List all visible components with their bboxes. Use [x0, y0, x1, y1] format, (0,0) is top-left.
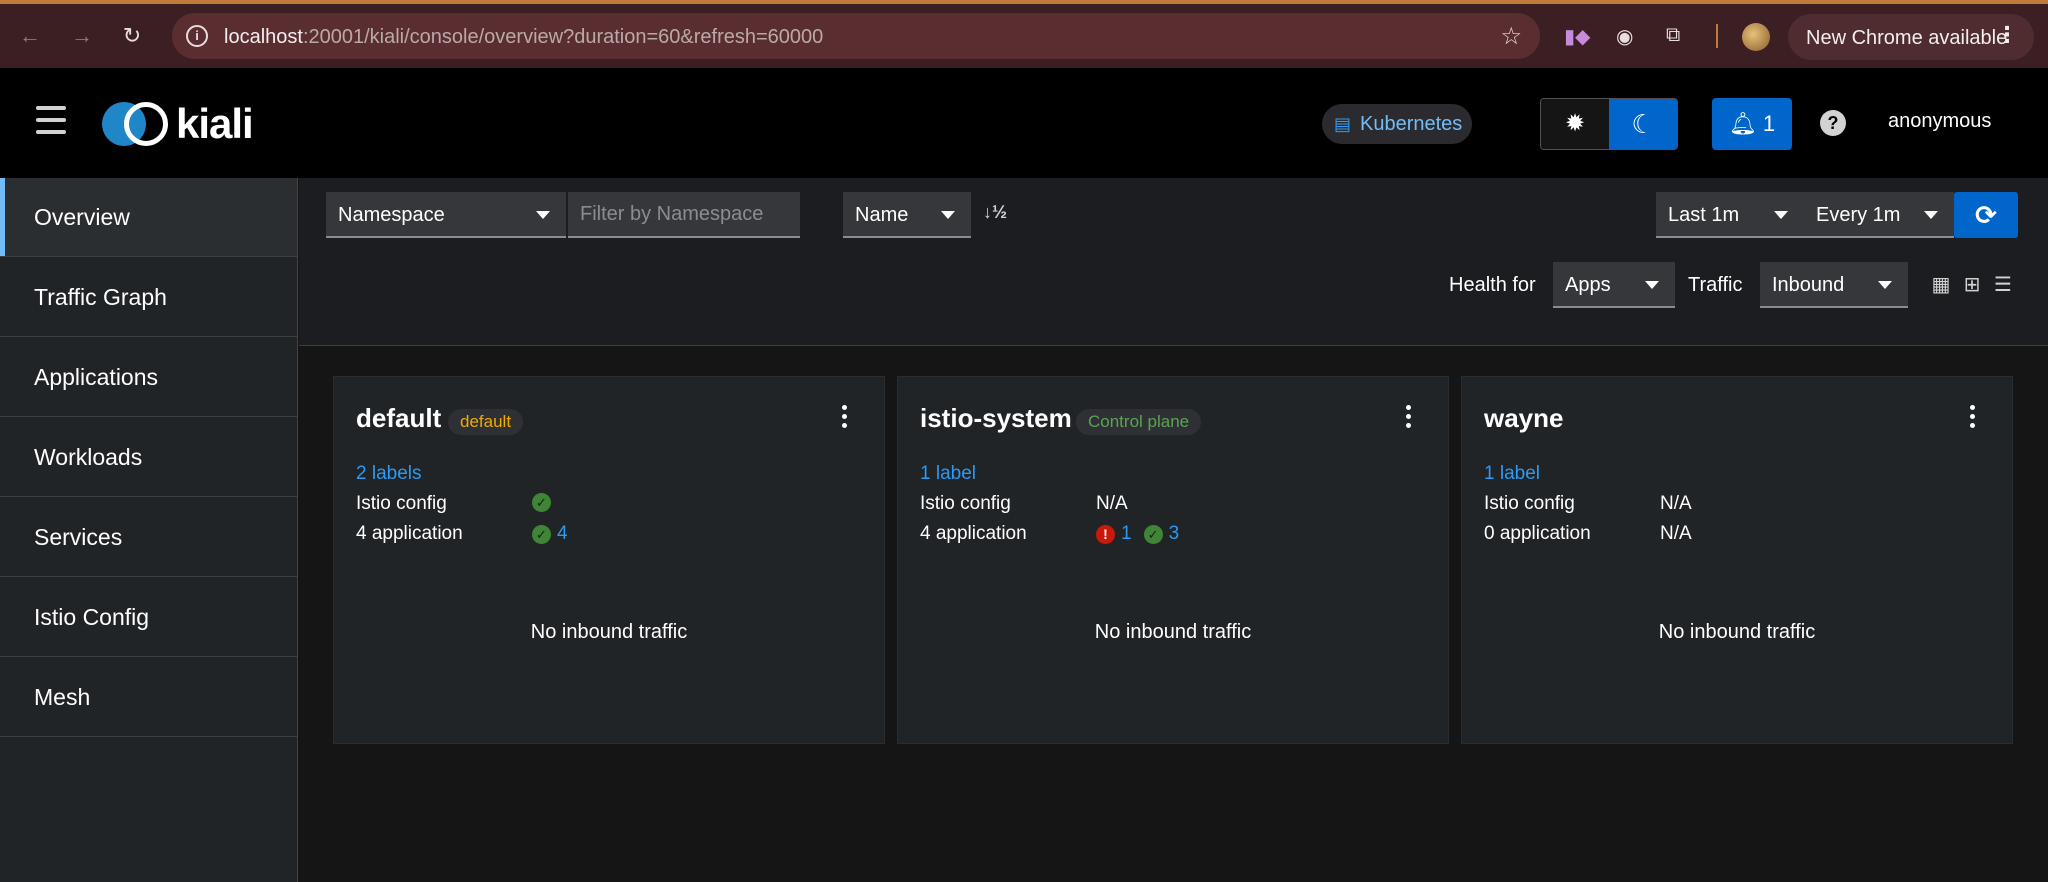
- list-view-icon[interactable]: ☰: [1992, 274, 2014, 296]
- chevron-down-icon: [1924, 211, 1938, 219]
- chevron-down-icon: [941, 211, 955, 219]
- chevron-down-icon: [1878, 281, 1892, 289]
- sidebar-item-workloads[interactable]: Workloads: [0, 418, 297, 497]
- toolbar-divider: [1716, 24, 1718, 48]
- namespace-title[interactable]: wayne: [1484, 403, 1564, 434]
- sidebar-nav: Overview Traffic Graph Applications Work…: [0, 178, 298, 882]
- kebab-menu-icon[interactable]: [1970, 405, 1976, 432]
- traffic-status: No inbound traffic: [1094, 621, 1252, 643]
- sun-icon[interactable]: ✹: [1541, 99, 1609, 149]
- url-text[interactable]: localhost:20001/kiali/console/overview?d…: [224, 26, 823, 49]
- help-icon[interactable]: ?: [1820, 110, 1846, 136]
- error-circle-icon: !: [1096, 524, 1115, 544]
- puzzle-extensions-icon[interactable]: ⧉: [1666, 24, 1680, 47]
- namespace-title[interactable]: istio-system: [920, 403, 1072, 434]
- sort-by-select[interactable]: Name: [843, 192, 971, 238]
- sidebar-item-services[interactable]: Services: [0, 498, 297, 577]
- health-for-label: Health for: [1449, 274, 1536, 296]
- check-circle-icon: ✓: [532, 524, 551, 544]
- namespace-card-default: default default 2 labels Istio config ✓ …: [333, 376, 885, 744]
- compact-view-icon[interactable]: ⊞: [1961, 274, 1983, 296]
- kebab-menu-icon[interactable]: [1406, 405, 1412, 432]
- traffic-status: No inbound traffic: [1658, 621, 1816, 643]
- main-content: Namespace Name ↓½ Last 1m Every 1m ⟳ Hea…: [299, 178, 2048, 882]
- namespace-badge: default: [448, 409, 524, 435]
- profile-avatar[interactable]: [1742, 23, 1770, 51]
- applications-label: 4 application: [920, 523, 1027, 544]
- cluster-icon: ▤: [1334, 114, 1352, 134]
- forward-icon[interactable]: →: [68, 22, 96, 50]
- filter-type-select[interactable]: Namespace: [326, 192, 566, 238]
- overview-toolbar: Namespace Name ↓½ Last 1m Every 1m ⟳ Hea…: [299, 178, 2048, 346]
- hamburger-menu-icon[interactable]: [36, 106, 66, 134]
- masthead: kiali ▤ Kubernetes ✹ ☾ 🔔︎ 1 ? anonymous: [0, 68, 2048, 178]
- istio-config-label: Istio config: [356, 493, 447, 514]
- labels-link[interactable]: 2 labels: [356, 463, 422, 485]
- browser-toolbar: ← → ↻ i localhost:20001/kiali/console/ov…: [0, 4, 2048, 68]
- istio-config-label: Istio config: [920, 493, 1011, 514]
- sidebar-item-traffic-graph[interactable]: Traffic Graph: [0, 258, 297, 337]
- sidebar-item-applications[interactable]: Applications: [0, 338, 297, 417]
- istio-config-label: Istio config: [1484, 493, 1575, 514]
- traffic-status: No inbound traffic: [530, 621, 688, 643]
- site-info-icon[interactable]: i: [186, 25, 208, 47]
- namespace-title[interactable]: default: [356, 403, 441, 434]
- health-for-select[interactable]: Apps: [1553, 262, 1675, 308]
- namespace-filter-input[interactable]: [568, 192, 800, 236]
- check-circle-icon: ✓: [1143, 524, 1163, 544]
- sidebar-item-mesh[interactable]: Mesh: [0, 658, 297, 737]
- more-menu-icon: ⋮: [1996, 22, 2018, 47]
- sidebar-item-istio-config[interactable]: Istio Config: [0, 578, 297, 657]
- sidebar-item-overview[interactable]: Overview: [0, 178, 297, 257]
- traffic-label: Traffic: [1688, 274, 1743, 296]
- namespace-card-wayne: wayne 1 label Istio config N/A 0 applica…: [1461, 376, 2013, 744]
- back-icon[interactable]: ←: [16, 22, 44, 50]
- applications-label: 0 application: [1484, 523, 1591, 544]
- theme-toggle[interactable]: ✹ ☾: [1540, 98, 1678, 150]
- notifications-button[interactable]: 🔔︎ 1: [1712, 98, 1792, 150]
- labels-link[interactable]: 1 label: [1484, 463, 1540, 485]
- moon-icon[interactable]: ☾: [1609, 99, 1677, 149]
- applications-health[interactable]: ! 1 ✓ 3: [1096, 523, 1185, 545]
- expand-view-icon[interactable]: ▦: [1930, 274, 1952, 296]
- namespace-filter-field[interactable]: [568, 192, 800, 238]
- control-plane-badge: Control plane: [1076, 409, 1202, 435]
- istio-config-status[interactable]: ✓: [532, 493, 551, 512]
- istio-config-status: N/A: [1096, 493, 1128, 514]
- chrome-update-button[interactable]: New Chrome available ⋮: [1788, 14, 2034, 60]
- sort-ascending-icon[interactable]: ↓½: [983, 202, 1007, 223]
- kebab-menu-icon[interactable]: [842, 405, 848, 432]
- bookmark-star-icon[interactable]: ☆: [1500, 22, 1522, 51]
- applications-health: N/A: [1660, 523, 1692, 544]
- chevron-down-icon: [1774, 211, 1788, 219]
- user-menu[interactable]: anonymous: [1888, 110, 1991, 133]
- bell-icon: 🔔︎: [1728, 111, 1757, 136]
- applications-label: 4 application: [356, 523, 463, 544]
- refresh-icon: ⟳: [1975, 200, 1997, 230]
- cluster-badge: ▤ Kubernetes: [1322, 104, 1472, 144]
- check-circle-icon: ✓: [532, 493, 551, 512]
- traffic-direction-select[interactable]: Inbound: [1760, 262, 1908, 308]
- chevron-down-icon: [536, 211, 550, 219]
- refresh-button[interactable]: ⟳: [1954, 192, 2018, 238]
- password-extension-icon[interactable]: ◉: [1616, 24, 1633, 49]
- namespace-card-istio-system: istio-system Control plane 1 label Istio…: [897, 376, 1449, 744]
- reload-icon[interactable]: ↻: [118, 22, 146, 50]
- duration-select[interactable]: Last 1m: [1656, 192, 1804, 238]
- labels-link[interactable]: 1 label: [920, 463, 976, 485]
- extension-icon[interactable]: ▮◆: [1564, 24, 1590, 49]
- istio-config-status: N/A: [1660, 493, 1692, 514]
- chevron-down-icon: [1645, 281, 1659, 289]
- address-bar[interactable]: i localhost:20001/kiali/console/overview…: [172, 13, 1540, 59]
- applications-health[interactable]: ✓ 4: [532, 523, 574, 545]
- refresh-interval-select[interactable]: Every 1m: [1804, 192, 1954, 238]
